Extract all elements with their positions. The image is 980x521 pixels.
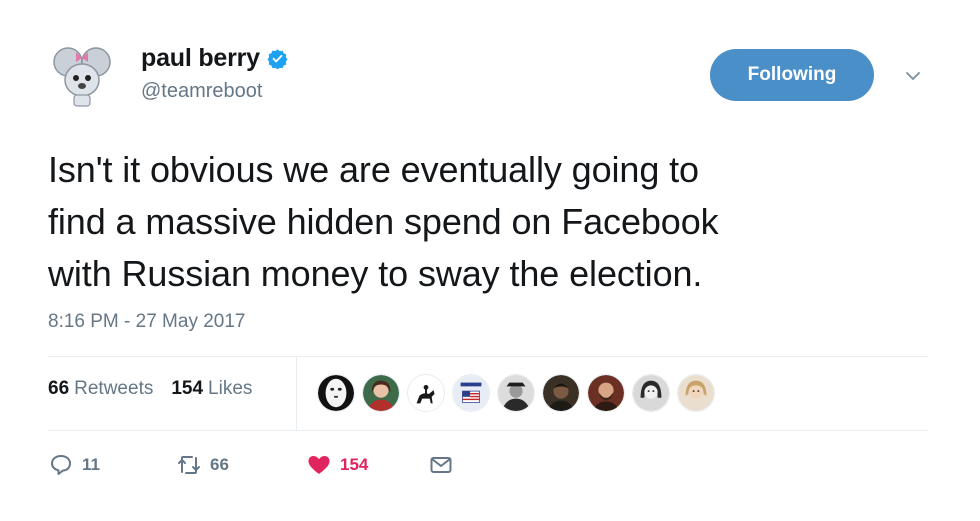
liker-avatar[interactable] <box>407 374 445 412</box>
reply-count: 11 <box>82 455 100 474</box>
tweet-timestamp[interactable]: 8:16 PM - 27 May 2017 <box>48 311 246 333</box>
liker-avatar[interactable] <box>632 374 670 412</box>
liker-avatar[interactable] <box>587 374 625 412</box>
chevron-down-icon[interactable] <box>903 66 923 86</box>
man-dark-avatar-icon <box>543 375 579 411</box>
author-name-row[interactable]: paul berry <box>141 44 288 73</box>
retweet-icon <box>178 456 200 474</box>
tweet-stats: 66 Retweets 154 Likes <box>48 378 252 400</box>
like-button[interactable]: 154 <box>306 452 368 478</box>
retweet-button[interactable]: 66 <box>176 452 229 478</box>
retweet-count: 66 <box>210 455 229 474</box>
man-hat-avatar-icon <box>498 375 534 411</box>
tweet-text: Isn't it obvious we are eventually going… <box>48 144 928 300</box>
retweets-label: Retweets <box>74 378 154 399</box>
liker-avatar[interactable] <box>497 374 535 412</box>
woman-red-avatar-icon <box>363 375 399 411</box>
author-handle[interactable]: @teamreboot <box>141 80 262 103</box>
liker-avatar[interactable] <box>542 374 580 412</box>
author-avatar[interactable] <box>48 42 116 110</box>
author-display-name[interactable]: paul berry <box>141 44 260 73</box>
woman-bw-avatar-icon <box>633 375 669 411</box>
likes-count: 154 <box>171 378 204 399</box>
direct-message-button[interactable] <box>428 452 454 478</box>
divider <box>48 356 928 357</box>
man-beard-avatar-icon <box>588 375 624 411</box>
blonde-avatar-icon <box>678 375 714 411</box>
retweets-count: 66 <box>48 378 70 399</box>
tweet-text-line: with Russian money to sway the election. <box>48 253 703 294</box>
reply-icon <box>51 455 71 475</box>
envelope-icon <box>430 457 452 473</box>
liker-avatar[interactable] <box>452 374 490 412</box>
retweets-stat[interactable]: 66 Retweets <box>48 378 153 400</box>
stats-separator <box>296 356 297 430</box>
following-button[interactable]: Following <box>710 49 874 101</box>
horse-rider-avatar-icon <box>408 375 444 411</box>
liker-avatar[interactable] <box>317 374 355 412</box>
boycott-flag-avatar-icon <box>453 375 489 411</box>
verified-badge-icon <box>267 49 288 69</box>
like-count: 154 <box>340 455 369 474</box>
reply-button[interactable]: 11 <box>48 452 100 478</box>
heart-icon <box>308 456 330 474</box>
liker-avatar[interactable] <box>677 374 715 412</box>
tweet-text-line: find a massive hidden spend on Facebook <box>48 201 719 242</box>
mouse-cartoon-icon <box>53 47 111 107</box>
divider <box>48 430 928 431</box>
liker-avatar[interactable] <box>362 374 400 412</box>
likes-stat[interactable]: 154 Likes <box>171 378 252 400</box>
likes-label: Likes <box>208 378 253 399</box>
liker-avatars <box>317 374 722 412</box>
no-face-avatar-icon <box>318 375 354 411</box>
tweet-text-line: Isn't it obvious we are eventually going… <box>48 149 699 190</box>
